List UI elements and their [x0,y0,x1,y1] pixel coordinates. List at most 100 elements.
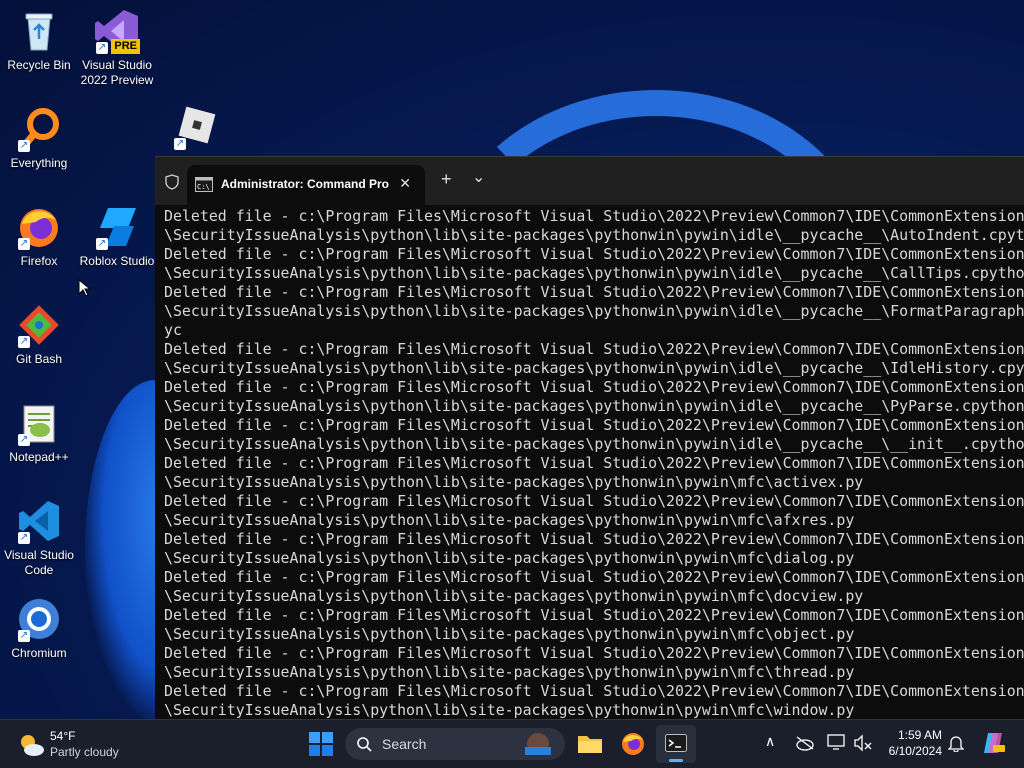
terminal-line: Deleted file - c:\Program Files\Microsof… [164,207,1024,225]
desktop-icon-everything[interactable]: ↗ Everything [0,106,78,171]
new-tab-button[interactable]: + [441,169,452,190]
terminal-line: Deleted file - c:\Program Files\Microsof… [164,644,1024,662]
shortcut-arrow-icon: ↗ [18,434,30,446]
terminal-line: \SecurityIssueAnalysis\python\lib\site-p… [164,625,855,643]
notepad-plus-plus-icon: ↗ [16,400,62,446]
terminal-line: Deleted file - c:\Program Files\Microsof… [164,682,1024,700]
clock-time: 1:59 AM [897,728,942,742]
network-sound-icon[interactable] [853,734,873,752]
chromium-icon: ↗ [16,596,62,642]
terminal-tab-active[interactable]: C:\ Administrator: Command Pro ✕ [187,165,425,205]
partly-cloudy-icon [21,735,44,756]
desktop-icon-label: Notepad++ [9,450,69,464]
recycle-bin-icon [16,8,62,54]
desktop-icon-chromium[interactable]: ↗ Chromium [0,596,78,661]
weather-condition: Partly cloudy [50,745,119,759]
desktop-icon-label: Everything [10,156,68,170]
terminal-line: Deleted file - c:\Program Files\Microsof… [164,283,1024,301]
display-icon[interactable] [827,734,845,750]
terminal-line: Deleted file - c:\Program Files\Microsof… [164,606,1024,624]
terminal-line: \SecurityIssueAnalysis\python\lib\site-p… [164,663,855,681]
desktop-icon-label: Roblox Studio [79,254,155,268]
terminal-taskbar-button[interactable] [656,725,696,763]
desktop-icon-label: Recycle Bin [7,58,71,72]
search-box[interactable]: Search [345,728,565,760]
active-app-indicator [669,759,683,762]
search-label: Search [382,736,427,752]
terminal-line: Deleted file - c:\Program Files\Microsof… [164,454,1024,472]
terminal-line: \SecurityIssueAnalysis\python\lib\site-p… [164,587,864,605]
shortcut-arrow-icon: ↗ [18,630,30,642]
terminal-line: Deleted file - c:\Program Files\Microsof… [164,416,1024,434]
terminal-line: \SecurityIssueAnalysis\python\lib\site-p… [164,701,855,719]
clock[interactable]: 1:59 AM 6/10/2024 [878,727,942,759]
desktop-icon-label: Visual Studio 2022 Preview [80,58,154,87]
weather-temp: 54°F [50,729,76,743]
visual-studio-icon: PRE ↗ [94,8,140,54]
terminal-line: Deleted file - c:\Program Files\Microsof… [164,378,1024,396]
everything-search-icon: ↗ [16,106,62,152]
desktop-icon-label: Git Bash [15,352,63,366]
desktop-icon-roblox-studio[interactable]: ↗ Roblox Studio [78,204,156,269]
terminal-line: Deleted file - c:\Program Files\Microsof… [164,340,1024,358]
terminal-line: \SecurityIssueAnalysis\python\lib\site-p… [164,435,1024,453]
desktop-icon-recycle-bin[interactable]: Recycle Bin [0,8,78,73]
shortcut-arrow-icon: ↗ [18,336,30,348]
desktop-icon-vscode[interactable]: ↗ Visual Studio Code [0,498,78,578]
desktop-icon-label: Visual Studio Code [4,548,74,577]
terminal-line: \SecurityIssueAnalysis\python\lib\site-p… [164,264,1024,282]
svg-text:C:\: C:\ [197,183,210,191]
shortcut-arrow-icon: ↗ [96,238,108,250]
close-tab-icon[interactable]: ✕ [399,175,411,192]
terminal-output[interactable]: Deleted file - c:\Program Files\Microsof… [164,207,1024,721]
terminal-window[interactable]: C:\ Administrator: Command Pro ✕ + ⌄ Del… [155,156,1024,721]
pre-badge: PRE [111,39,140,54]
mouse-cursor-icon [78,279,90,297]
clock-date: 6/10/2024 [888,744,942,758]
search-icon [357,737,372,752]
git-bash-icon: ↗ [16,302,62,348]
shortcut-arrow-icon: ↗ [18,238,30,250]
firefox-icon: ↗ [16,204,62,250]
shortcut-arrow-icon: ↗ [96,42,108,54]
terminal-line: Deleted file - c:\Program Files\Microsof… [164,492,1024,510]
search-highlight-icon [525,733,551,755]
firefox-taskbar-icon[interactable] [620,731,646,757]
terminal-line: \SecurityIssueAnalysis\python\lib\site-p… [164,302,1024,320]
tab-title: Administrator: Command Pro [221,177,390,191]
cloud-offline-icon[interactable] [795,735,815,751]
notification-bell-icon[interactable] [948,734,964,752]
terminal-line: Deleted file - c:\Program Files\Microsof… [164,530,1024,548]
vscode-icon: ↗ [16,498,62,544]
roblox-studio-icon: ↗ [94,204,140,250]
terminal-line: Deleted file - c:\Program Files\Microsof… [164,245,1024,263]
terminal-line: \SecurityIssueAnalysis\python\lib\site-p… [164,549,855,567]
tab-dropdown-button[interactable]: ⌄ [472,167,485,187]
shortcut-arrow-icon: ↗ [18,140,30,152]
terminal-line: \SecurityIssueAnalysis\python\lib\site-p… [164,359,1024,377]
desktop-icon-roblox-small[interactable]: ↗ [156,104,234,154]
terminal-line: \SecurityIssueAnalysis\python\lib\site-p… [164,226,1024,244]
desktop-icon-label: Chromium [11,646,67,660]
terminal-line: \SecurityIssueAnalysis\python\lib\site-p… [164,397,1024,415]
terminal-tab-bar: C:\ Administrator: Command Pro ✕ + ⌄ [155,157,1024,205]
terminal-line: yc [164,321,182,339]
copilot-icon[interactable] [980,730,1006,756]
shortcut-arrow-icon: ↗ [174,138,186,150]
shield-icon [165,174,179,190]
roblox-icon: ↗ [172,104,218,150]
desktop-icon-label: Firefox [20,254,58,268]
chevron-up-icon[interactable]: ∧ [765,733,775,750]
terminal-line: \SecurityIssueAnalysis\python\lib\site-p… [164,511,855,529]
desktop-icon-git-bash[interactable]: ↗ Git Bash [0,302,78,367]
terminal-line: Deleted file - c:\Program Files\Microsof… [164,568,1024,586]
shortcut-arrow-icon: ↗ [18,532,30,544]
weather-widget[interactable]: 54°F Partly cloudy [14,728,134,762]
taskbar: 54°F Partly cloudy Search ∧ 1:59 AM 6/10… [0,719,1024,768]
desktop-icon-visual-studio-2022-preview[interactable]: PRE ↗ Visual Studio 2022 Preview [78,8,156,88]
desktop-icon-notepad-plus-plus[interactable]: ↗ Notepad++ [0,400,78,465]
start-windows-icon[interactable] [309,732,333,756]
desktop-icon-firefox[interactable]: ↗ Firefox [0,204,78,269]
terminal-line: \SecurityIssueAnalysis\python\lib\site-p… [164,473,864,491]
file-explorer-icon[interactable] [577,732,603,754]
